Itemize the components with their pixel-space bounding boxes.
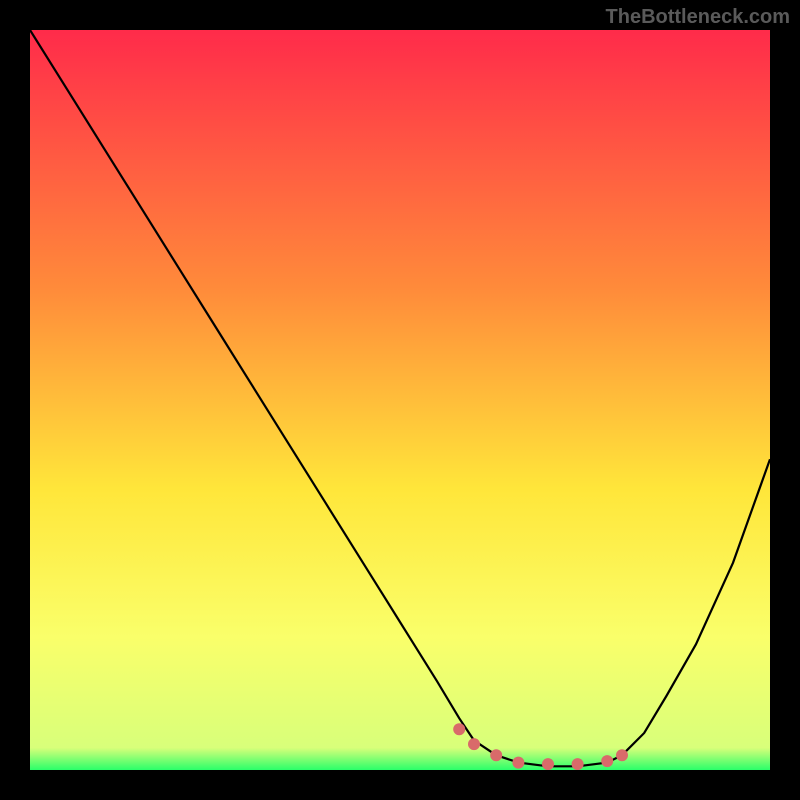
chart-svg [30,30,770,770]
watermark-text: TheBottleneck.com [606,6,790,29]
marker-dot [542,758,554,770]
marker-dot [453,723,465,735]
marker-dot [490,749,502,761]
plot-area [30,30,770,770]
marker-dot [512,757,524,769]
marker-dot [616,749,628,761]
marker-dot [601,755,613,767]
gradient-background [30,30,770,770]
marker-dot [468,738,480,750]
marker-dot [572,758,584,770]
chart-container: TheBottleneck.com [0,0,800,800]
